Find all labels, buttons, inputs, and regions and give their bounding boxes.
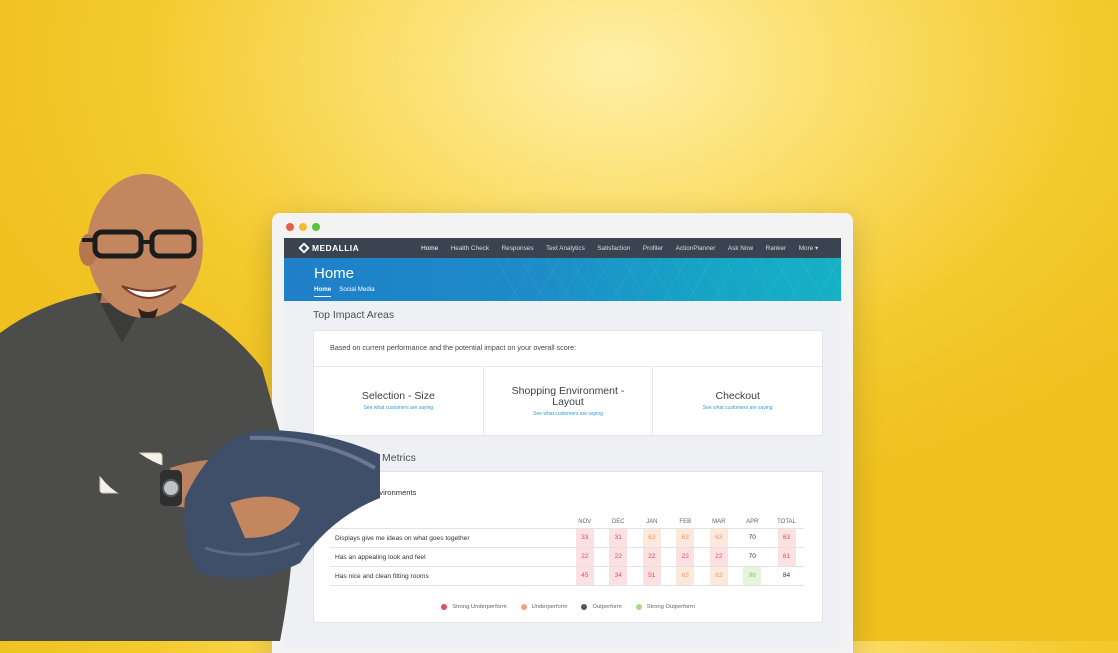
- score-cell: 61: [769, 547, 804, 567]
- score-cell: 22: [601, 547, 635, 567]
- score-cell: 63: [702, 566, 736, 586]
- score-value: 70: [748, 553, 756, 560]
- impact-area-name: Checkout: [715, 390, 760, 402]
- nav-item-text-analytics[interactable]: Text Analytics: [546, 245, 585, 252]
- score-cell: 45: [568, 566, 602, 586]
- score-cell: 31: [601, 528, 635, 548]
- nav-item-profiler[interactable]: Profiler: [643, 245, 663, 252]
- score-value: 22: [676, 548, 695, 566]
- column-header: APR: [735, 516, 769, 529]
- score-value: 22: [642, 548, 661, 566]
- score-cell: 33: [568, 528, 602, 548]
- score-value: 96: [743, 567, 762, 585]
- nav-item-actionplanner[interactable]: ActionPlanner: [676, 245, 716, 252]
- score-value: 22: [575, 548, 594, 566]
- column-header: MAR: [702, 516, 736, 529]
- score-cell: 70: [735, 547, 769, 567]
- nav-item-satisfaction[interactable]: Satisfaction: [597, 245, 630, 252]
- score-value: 63: [709, 567, 728, 585]
- score-value: 33: [575, 529, 594, 547]
- score-cell: 63: [668, 528, 702, 548]
- score-cell: 63: [635, 528, 669, 548]
- column-header: JAN: [635, 516, 669, 529]
- score-value: 63: [676, 529, 695, 547]
- metrics-table: NOV DEC JAN FEB MAR APR TOTAL Displays g…: [330, 516, 804, 586]
- legend-dot-icon: [441, 604, 448, 610]
- score-cell: 34: [601, 566, 635, 586]
- score-value: 51: [642, 567, 661, 585]
- legend-dot-icon: [520, 604, 527, 610]
- column-header: FEB: [668, 516, 702, 529]
- score-value: 34: [609, 567, 628, 585]
- table-row: Has an appealing look and feel 22 22 22 22 22…: [330, 547, 804, 567]
- legend-dot-icon: [581, 604, 588, 610]
- impact-area-shopping-environment: Shopping Environment - Layout See what c…: [484, 367, 654, 435]
- nav-item-responses[interactable]: Responses: [502, 245, 534, 252]
- column-header: TOTAL: [769, 516, 804, 529]
- impact-area-name: Shopping Environment - Layout: [511, 384, 625, 408]
- score-value: 63: [709, 529, 728, 547]
- impact-areas: Selection - Size See what customers are …: [314, 366, 822, 435]
- score-value: 45: [575, 567, 594, 585]
- table-row: Displays give me ideas on what goes toge…: [330, 528, 804, 548]
- top-impact-card: Based on current performance and the pot…: [313, 330, 823, 436]
- score-value: 22: [609, 548, 628, 566]
- nav-item-ask-now[interactable]: Ask Now: [728, 245, 753, 252]
- metrics-legend: Strong Underperform Underperform Outperf…: [314, 604, 822, 610]
- metrics-title: Metrics: [382, 452, 416, 464]
- score-value: 61: [777, 548, 796, 566]
- score-cell: 63: [668, 566, 702, 586]
- legend-label: Strong Outperform: [646, 604, 695, 610]
- score-cell: 22: [702, 547, 736, 567]
- score-cell: 84: [769, 566, 804, 586]
- legend-label: Outperform: [592, 604, 622, 610]
- impact-area-checkout: Checkout See what customers are saying: [653, 367, 822, 435]
- person-photo: onion Eric N: [0, 174, 380, 641]
- score-cell: 63: [769, 528, 804, 548]
- nav-item-ranker[interactable]: Ranker: [766, 245, 787, 252]
- impact-area-link[interactable]: See what customers are saying: [703, 405, 773, 411]
- score-cell: 22: [635, 547, 669, 567]
- score-cell: 51: [635, 566, 669, 586]
- legend-outperform: Outperform: [581, 604, 622, 610]
- legend-label: Underperform: [531, 604, 568, 610]
- nav-item-home[interactable]: Home: [421, 245, 438, 252]
- score-cell: 70: [735, 528, 769, 548]
- table-row: Has nice and clean fitting rooms 45 34 51 63…: [330, 566, 804, 586]
- metrics-card: Environments NOV DEC JAN FEB MAR APR TOT…: [313, 471, 823, 623]
- score-value: 22: [709, 548, 728, 566]
- nav-item-health-check[interactable]: Health Check: [451, 245, 489, 252]
- legend-dot-icon: [635, 604, 642, 610]
- score-value: 31: [609, 529, 628, 547]
- score-value: 63: [642, 529, 661, 547]
- score-value: 63: [676, 567, 695, 585]
- score-value: 63: [777, 529, 796, 547]
- column-header: DEC: [601, 516, 635, 529]
- legend-strong-outperform: Strong Outperform: [635, 604, 695, 610]
- table-header-row: NOV DEC JAN FEB MAR APR TOTAL: [330, 516, 804, 529]
- legend-underperform: Underperform: [520, 604, 568, 610]
- score-value: 84: [782, 572, 791, 579]
- nav-item-more[interactable]: More ▾: [799, 244, 819, 252]
- impact-area-link[interactable]: See what customers are saying: [533, 411, 603, 417]
- score-cell: 22: [668, 547, 702, 567]
- score-cell: 63: [702, 528, 736, 548]
- column-header: NOV: [568, 516, 602, 529]
- score-value: 70: [748, 534, 756, 541]
- legend-label: Strong Underperform: [452, 604, 507, 610]
- score-cell: 22: [568, 547, 602, 567]
- score-cell: 96: [735, 566, 769, 586]
- legend-strong-underperform: Strong Underperform: [441, 604, 507, 610]
